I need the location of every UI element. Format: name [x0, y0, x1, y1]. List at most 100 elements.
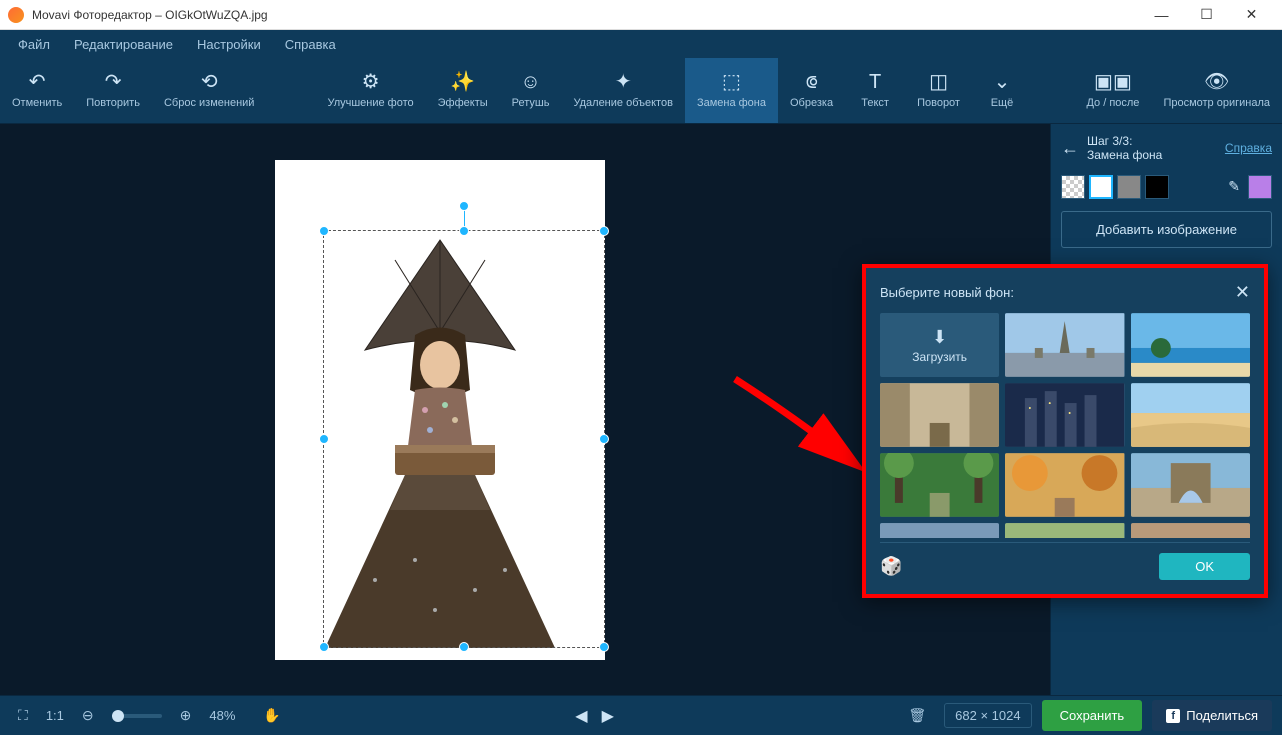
swatch-transparent[interactable] — [1061, 175, 1085, 199]
bg-upload-button[interactable]: ⬇ Загрузить — [880, 313, 999, 377]
rotation-handle[interactable] — [459, 201, 469, 211]
reset-button[interactable]: ⟲ Сброс изменений — [152, 58, 266, 123]
effects-button[interactable]: ✨ Эффекты — [426, 58, 500, 123]
crop-button[interactable]: ⟃ Обрезка — [778, 58, 845, 123]
more-button[interactable]: ⌄ Ещё — [972, 58, 1032, 123]
before-after-button[interactable]: ▣▣ До / после — [1074, 58, 1151, 123]
enhance-icon: ⚙ — [362, 70, 380, 94]
bg-thumb-forest[interactable] — [880, 453, 999, 517]
zoom-out-icon[interactable]: ⊖ — [74, 703, 102, 728]
bg-thumb-arch[interactable] — [1131, 453, 1250, 517]
swatch-white[interactable] — [1089, 175, 1113, 199]
help-link[interactable]: Справка — [1225, 141, 1272, 155]
next-image-icon[interactable]: ▶ — [598, 702, 618, 730]
chevron-down-icon: ⌄ — [994, 70, 1011, 94]
swatch-black[interactable] — [1145, 175, 1169, 199]
zoom-slider[interactable] — [112, 714, 162, 718]
menu-edit[interactable]: Редактирование — [64, 33, 183, 56]
bg-picker-popup: Выберите новый фон: ✕ ⬇ Загрузить — [862, 264, 1268, 598]
eyedropper-icon[interactable]: ✎ — [1224, 178, 1244, 195]
image-canvas[interactable] — [275, 160, 605, 660]
share-label: Поделиться — [1186, 708, 1258, 723]
compare-label: Просмотр оригинала — [1163, 97, 1270, 110]
swatch-custom[interactable] — [1248, 175, 1272, 199]
reset-icon: ⟲ — [201, 70, 218, 94]
fullscreen-icon[interactable]: ⛶ — [10, 703, 36, 728]
retouch-icon: ☺ — [520, 70, 540, 94]
bg-thumb-city-night[interactable] — [1005, 383, 1124, 447]
ok-button[interactable]: OK — [1159, 553, 1250, 580]
crop-label: Обрезка — [790, 97, 833, 110]
download-icon: ⬇ — [932, 327, 947, 348]
handle-br[interactable] — [599, 642, 609, 652]
undo-icon: ↶ — [29, 70, 46, 94]
prev-image-icon[interactable]: ◀ — [571, 702, 591, 730]
ratio-label[interactable]: 1:1 — [46, 708, 64, 723]
bg-thumb-desert[interactable] — [1131, 383, 1250, 447]
add-image-button[interactable]: Добавить изображение — [1061, 211, 1272, 248]
redo-label: Повторить — [86, 97, 140, 110]
facebook-icon: f — [1166, 709, 1180, 723]
menu-help[interactable]: Справка — [275, 33, 346, 56]
app-icon — [8, 7, 24, 23]
zoom-in-icon[interactable]: ⊕ — [172, 703, 200, 728]
bg-thumb-beach[interactable] — [1131, 313, 1250, 377]
titlebar: Movavi Фоторедактор – OIGkOtWuZQA.jpg — … — [0, 0, 1282, 30]
handle-tl[interactable] — [319, 226, 329, 236]
eye-icon: 👁 — [1204, 70, 1229, 94]
redo-icon: ↷ — [105, 70, 122, 94]
popup-close-icon[interactable]: ✕ — [1235, 282, 1250, 303]
minimize-button[interactable]: — — [1139, 0, 1184, 30]
replace-bg-button[interactable]: ⬚ Замена фона — [685, 58, 778, 123]
compare-button[interactable]: 👁 Просмотр оригинала — [1151, 58, 1282, 123]
panel-header: ← Шаг 3/3: Замена фона Справка — [1061, 134, 1272, 163]
swatch-gray[interactable] — [1117, 175, 1141, 199]
handle-bm[interactable] — [459, 642, 469, 652]
main-area: ← Шаг 3/3: Замена фона Справка ✎ Добавит… — [0, 124, 1282, 695]
dimensions-label: 682 × 1024 — [944, 703, 1031, 728]
back-arrow-icon[interactable]: ← — [1061, 138, 1079, 159]
redo-button[interactable]: ↷ Повторить — [74, 58, 152, 123]
trash-icon[interactable]: 🗑 — [900, 703, 934, 728]
handle-bl[interactable] — [319, 642, 329, 652]
enhance-button[interactable]: ⚙ Улучшение фото — [315, 58, 425, 123]
menubar: Файл Редактирование Настройки Справка — [0, 30, 1282, 58]
popup-title: Выберите новый фон: — [880, 285, 1014, 300]
remove-icon: ✦ — [615, 70, 632, 94]
retouch-button[interactable]: ☺ Ретушь — [500, 58, 562, 123]
menu-settings[interactable]: Настройки — [187, 33, 271, 56]
reset-label: Сброс изменений — [164, 97, 254, 110]
handle-mr[interactable] — [599, 434, 609, 444]
bg-thumb-paris[interactable] — [1005, 313, 1124, 377]
undo-label: Отменить — [12, 97, 62, 110]
bg-thumb-alley[interactable] — [880, 383, 999, 447]
rotate-button[interactable]: ◫ Поворот — [905, 58, 972, 123]
retouch-label: Ретушь — [512, 97, 550, 110]
remove-objects-button[interactable]: ✦ Удаление объектов — [561, 58, 684, 123]
maximize-button[interactable]: ☐ — [1184, 0, 1229, 30]
save-button[interactable]: Сохранить — [1042, 700, 1143, 731]
hand-icon[interactable]: ✋ — [255, 703, 288, 728]
text-button[interactable]: T Текст — [845, 58, 905, 123]
rotate-label: Поворот — [917, 97, 960, 110]
bg-thumb-partial-1[interactable] — [880, 523, 999, 538]
share-button[interactable]: f Поделиться — [1152, 700, 1272, 731]
nav-arrows: ◀ ▶ — [571, 702, 618, 730]
popup-header: Выберите новый фон: ✕ — [880, 282, 1250, 303]
close-button[interactable]: ✕ — [1229, 0, 1274, 30]
undo-button[interactable]: ↶ Отменить — [0, 58, 74, 123]
bg-thumb-autumn[interactable] — [1005, 453, 1124, 517]
handle-tr[interactable] — [599, 226, 609, 236]
handle-tm[interactable] — [459, 226, 469, 236]
effects-label: Эффекты — [438, 97, 488, 110]
enhance-label: Улучшение фото — [327, 97, 413, 110]
step-info: Шаг 3/3: Замена фона — [1087, 134, 1217, 163]
bg-thumb-partial-3[interactable] — [1131, 523, 1250, 538]
bg-thumb-partial-2[interactable] — [1005, 523, 1124, 538]
zoom-thumb[interactable] — [112, 710, 124, 722]
menu-file[interactable]: Файл — [8, 33, 60, 56]
selection-box[interactable] — [323, 230, 605, 648]
bg-grid: ⬇ Загрузить — [880, 313, 1250, 538]
handle-ml[interactable] — [319, 434, 329, 444]
dice-icon[interactable]: 🎲 — [880, 556, 902, 577]
